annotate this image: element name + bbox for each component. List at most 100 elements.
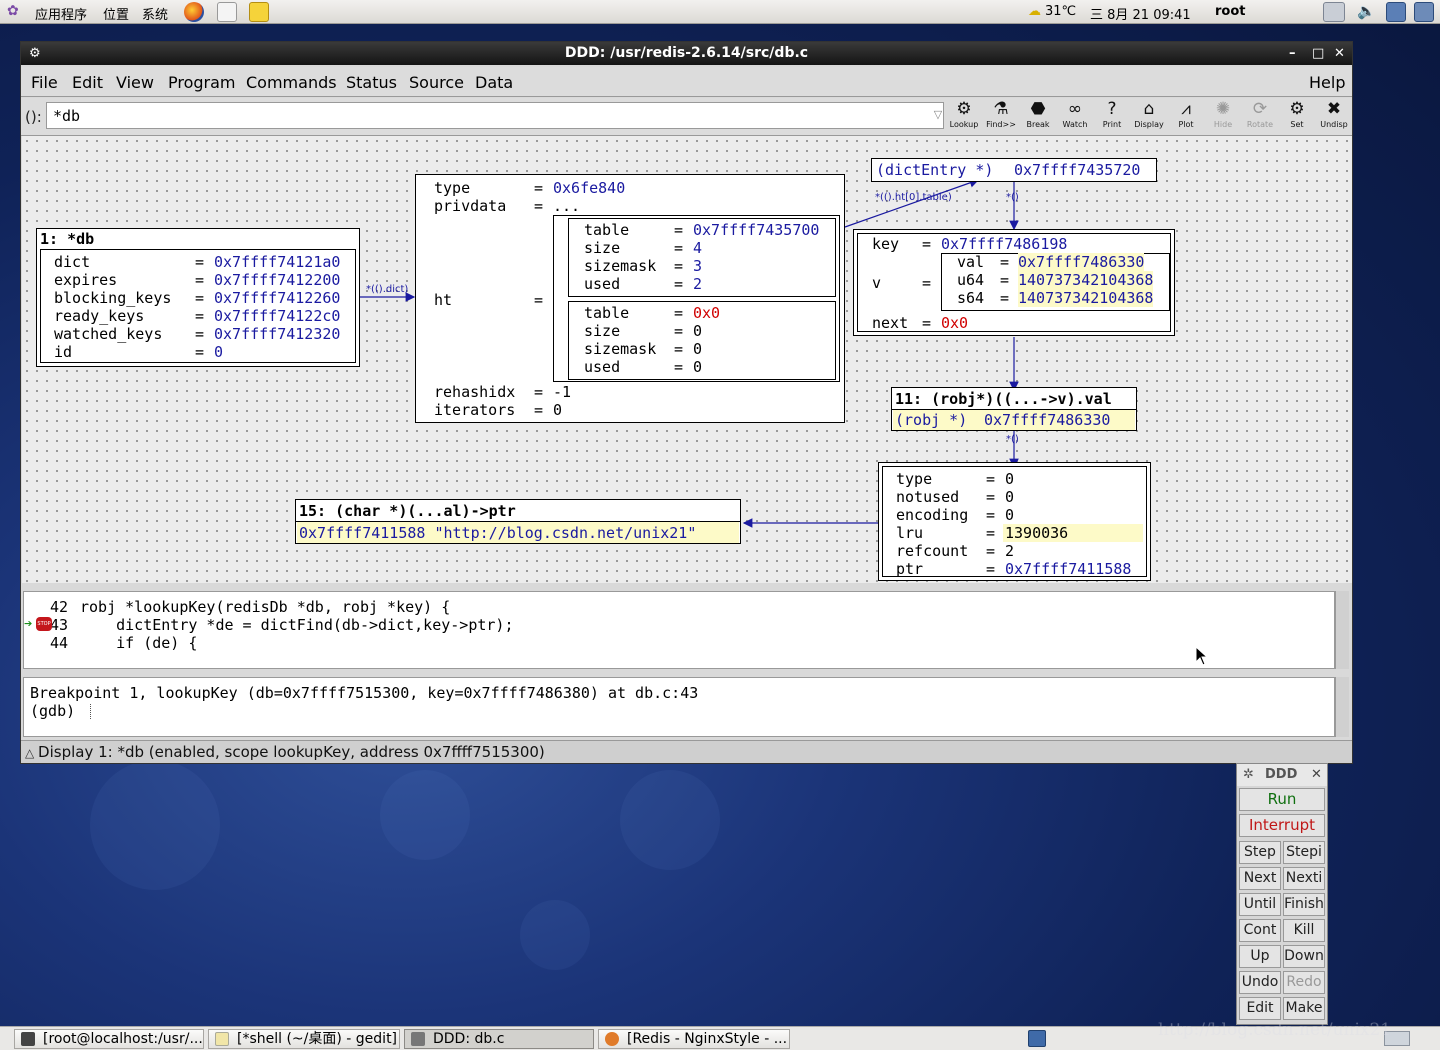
field-value[interactable]: 0 bbox=[1005, 506, 1014, 524]
display-db[interactable]: 1: *db dict = 0x7ffff74121a0 expires = 0x7fff… bbox=[36, 228, 360, 367]
finish-button[interactable]: Finish bbox=[1283, 893, 1325, 916]
toolbar-print-button[interactable]: ? Print bbox=[1094, 99, 1130, 135]
field-value[interactable]: 0 bbox=[693, 358, 702, 376]
menu-edit[interactable]: Edit bbox=[72, 73, 103, 92]
window-menu-icon[interactable]: ⚙ bbox=[29, 42, 41, 65]
display-dict[interactable]: type = 0x6fe840 privdata = ... ht = reha… bbox=[415, 174, 845, 423]
window-titlebar[interactable]: ⚙ DDD: /usr/redis-2.6.14/src/db.c – □ ✕ bbox=[21, 42, 1352, 65]
display-dictentry[interactable]: key = 0x7ffff7486198 v = next = 0x0 val =… bbox=[853, 229, 1175, 336]
until-button[interactable]: Until bbox=[1239, 893, 1281, 916]
gdb-console[interactable]: Breakpoint 1, lookupKey (db=0x7ffff75153… bbox=[23, 677, 1335, 737]
field-value[interactable]: 0x6fe840 bbox=[553, 179, 625, 197]
weather-icon[interactable]: ☁ bbox=[1028, 4, 1041, 19]
minimize-icon[interactable]: – bbox=[1289, 42, 1296, 65]
kill-button[interactable]: Kill bbox=[1283, 919, 1325, 942]
field-value[interactable]: 0x7ffff7411588 bbox=[1005, 560, 1131, 578]
source-window[interactable]: 42 robj *lookupKey(redisDb *db, robj *key… bbox=[23, 591, 1335, 669]
toolbar-rotate-button[interactable]: ⟳ Rotate bbox=[1242, 99, 1278, 135]
field-value[interactable]: 0x7ffff7412260 bbox=[214, 289, 340, 307]
volume-icon[interactable]: 🔈 bbox=[1357, 2, 1376, 20]
breakpoint-stop-icon[interactable]: STOP bbox=[36, 617, 52, 631]
field-value[interactable]: 0x7ffff7412200 bbox=[214, 271, 340, 289]
field-value[interactable]: 0x7ffff7412320 bbox=[214, 325, 340, 343]
argument-input[interactable] bbox=[46, 102, 944, 129]
field-value[interactable]: 0 bbox=[553, 401, 562, 419]
field-value[interactable]: 4 bbox=[693, 239, 702, 257]
field-value[interactable]: 3 bbox=[693, 257, 702, 275]
applications-menu[interactable]: 应用程序 bbox=[35, 4, 87, 23]
toolbar-plot-button[interactable]: ⩘ Plot bbox=[1168, 99, 1204, 135]
toolbar-hide-button[interactable]: ✺ Hide bbox=[1205, 99, 1241, 135]
clock[interactable]: 三 8月 21 09:41 bbox=[1090, 4, 1191, 23]
toolbar-set-button[interactable]: ⚙ Set bbox=[1279, 99, 1315, 135]
source-code[interactable]: dictEntry *de = dictFind(db->dict,key->p… bbox=[80, 616, 513, 634]
field-value[interactable]: 0 bbox=[1005, 470, 1014, 488]
task-firefox[interactable]: [Redis - NginxStyle - ... bbox=[598, 1029, 790, 1049]
field-value[interactable]: 0 bbox=[1005, 488, 1014, 506]
maximize-icon[interactable]: □ bbox=[1312, 42, 1324, 65]
line-number[interactable]: 42 bbox=[50, 598, 68, 616]
task-terminal[interactable]: [root@localhost:/usr/... bbox=[14, 1029, 204, 1049]
interrupt-button[interactable]: Interrupt bbox=[1239, 814, 1325, 837]
field-value[interactable]: 2 bbox=[1005, 542, 1014, 560]
menu-source[interactable]: Source bbox=[409, 73, 464, 92]
field-value[interactable]: 140737342104368 bbox=[1018, 271, 1154, 289]
switch-workspace-icon[interactable] bbox=[1414, 2, 1434, 22]
menu-file[interactable]: File bbox=[31, 73, 58, 92]
field-value[interactable]: ... bbox=[553, 197, 580, 215]
display-robj-ptr[interactable]: 11: (robj*)((...->v).val (robj *) 0x7fff… bbox=[891, 387, 1137, 431]
console-scrollbar[interactable] bbox=[1335, 677, 1349, 737]
command-tool-close-icon[interactable]: ✕ bbox=[1311, 764, 1322, 786]
edit-button[interactable]: Edit bbox=[1239, 997, 1281, 1020]
menu-status[interactable]: Status bbox=[346, 73, 397, 92]
command-tool-header[interactable]: ✲ DDD ✕ bbox=[1237, 764, 1327, 786]
toolbar-display-button[interactable]: ⌂ Display bbox=[1131, 99, 1167, 135]
field-value[interactable]: 0 bbox=[693, 340, 702, 358]
make-button[interactable]: Make bbox=[1283, 997, 1325, 1020]
ptr-value[interactable]: 0x7ffff7435720 bbox=[1014, 161, 1140, 179]
places-menu[interactable]: 位置 bbox=[103, 4, 129, 23]
mail-icon[interactable] bbox=[217, 2, 237, 22]
close-icon[interactable]: ✕ bbox=[1334, 42, 1345, 65]
user-name[interactable]: root bbox=[1215, 4, 1246, 19]
menu-commands[interactable]: Commands bbox=[246, 73, 337, 92]
run-button[interactable]: Run bbox=[1239, 788, 1325, 811]
next-button[interactable]: Next bbox=[1239, 867, 1281, 890]
ptr-value[interactable]: 0x7ffff7486330 bbox=[984, 411, 1110, 429]
field-value[interactable]: 0x0 bbox=[693, 304, 720, 322]
field-value[interactable]: 0 bbox=[693, 322, 702, 340]
nexti-button[interactable]: Nexti bbox=[1283, 867, 1325, 890]
menu-view[interactable]: View bbox=[116, 73, 154, 92]
task-gedit[interactable]: [*shell (~/桌面) - gedit] bbox=[208, 1029, 400, 1049]
toolbar-lookup-button[interactable]: ⚙ Lookup bbox=[946, 99, 982, 135]
toolbar-undisp-button[interactable]: ✖ Undisp bbox=[1316, 99, 1352, 135]
display-dictentry-ptr[interactable]: (dictEntry *) 0x7ffff7435720 bbox=[871, 158, 1157, 182]
field-value[interactable]: 140737342104368 bbox=[1018, 289, 1154, 307]
menu-data[interactable]: Data bbox=[475, 73, 513, 92]
field-value[interactable]: 1390036 bbox=[1005, 524, 1068, 542]
redo-button[interactable]: Redo bbox=[1283, 971, 1325, 994]
system-menu[interactable]: 系统 bbox=[142, 4, 168, 23]
source-code[interactable]: robj *lookupKey(redisDb *db, robj *key) … bbox=[80, 598, 450, 616]
display-str[interactable]: 15: (char *)(...al)->ptr 0x7ffff7411588 … bbox=[295, 499, 741, 544]
field-value[interactable]: 0 bbox=[214, 343, 223, 361]
display-icon[interactable] bbox=[1386, 2, 1406, 22]
data-display-canvas[interactable]: *(().dict) *(().ht[0].table) *() *() 1: … bbox=[22, 136, 1352, 583]
field-value[interactable]: 2 bbox=[693, 275, 702, 293]
gnome-foot-icon[interactable]: ✿ bbox=[7, 3, 19, 19]
field-value[interactable]: 0x0 bbox=[941, 314, 968, 332]
string-value[interactable]: 0x7ffff7411588 "http://blog.csdn.net/uni… bbox=[299, 524, 696, 542]
display-robj[interactable]: type = 0 notused = 0 encoding = 0 lru = 1390036 refc… bbox=[878, 462, 1151, 581]
toolbar-watch-button[interactable]: ∞ Watch bbox=[1057, 99, 1093, 135]
field-value[interactable]: 0x7ffff7486330 bbox=[1018, 253, 1145, 271]
argument-history-icon[interactable]: ▽ bbox=[931, 104, 945, 126]
field-value[interactable]: -1 bbox=[553, 383, 571, 401]
toolbar-break-button[interactable]: ⬣ Break bbox=[1020, 99, 1056, 135]
source-scrollbar[interactable] bbox=[1335, 591, 1349, 669]
stepi-button[interactable]: Stepi bbox=[1283, 841, 1325, 864]
field-value[interactable]: 0x7ffff7435700 bbox=[693, 221, 819, 239]
firefox-icon[interactable] bbox=[184, 2, 204, 22]
field-value[interactable]: 0x7ffff7486198 bbox=[941, 235, 1067, 253]
task-ddd[interactable]: DDD: db.c bbox=[404, 1029, 594, 1049]
line-number[interactable]: 44 bbox=[50, 634, 68, 652]
